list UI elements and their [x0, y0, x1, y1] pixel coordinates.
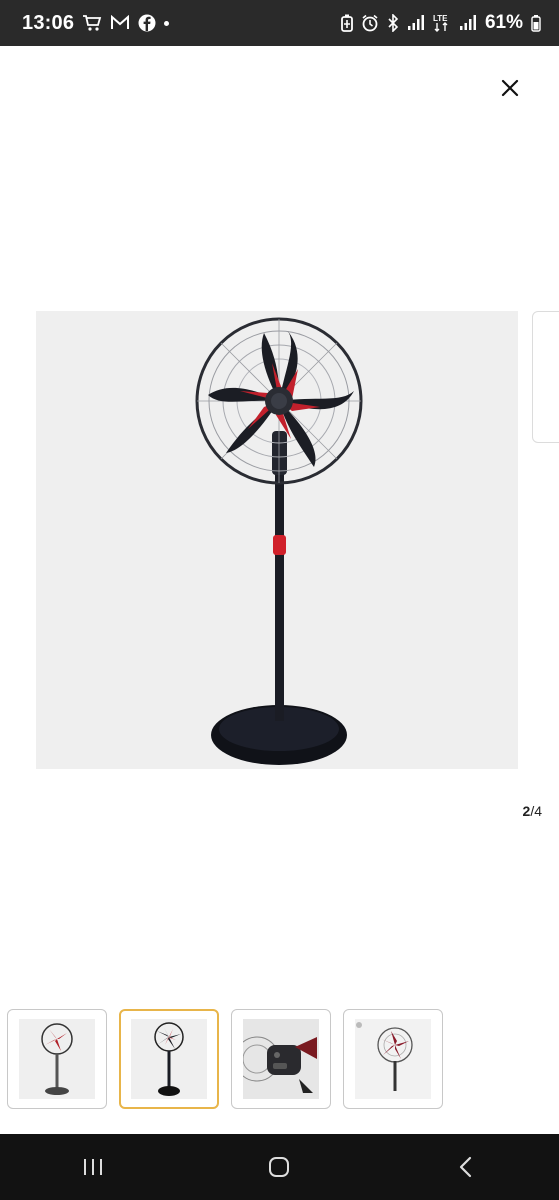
alarm-icon	[361, 14, 379, 32]
recents-button[interactable]	[63, 1142, 123, 1192]
facebook-icon	[138, 14, 156, 32]
thumbnail-4[interactable]	[343, 1009, 443, 1109]
bluetooth-icon	[387, 14, 399, 32]
back-button[interactable]	[436, 1142, 496, 1192]
status-bar-right: LTE 61%	[341, 12, 541, 34]
signal-icon-2	[459, 15, 477, 31]
total-count: 4	[534, 803, 542, 819]
notification-dot-icon	[164, 20, 170, 26]
image-counter: 2/4	[523, 803, 542, 819]
main-product-image[interactable]	[36, 311, 518, 769]
svg-text:LTE: LTE	[433, 14, 448, 23]
thumbnail-2[interactable]	[119, 1009, 219, 1109]
thumbnail-3[interactable]	[231, 1009, 331, 1109]
signal-icon	[407, 15, 425, 31]
status-bar-left: 13:06	[22, 11, 170, 35]
battery-icon	[531, 14, 541, 32]
thumbnail-1[interactable]	[7, 1009, 107, 1109]
home-button[interactable]	[249, 1142, 309, 1192]
stand-fan-illustration	[195, 317, 363, 765]
recents-icon	[84, 1159, 103, 1175]
close-button[interactable]	[492, 70, 528, 106]
navigation-bar	[0, 1134, 559, 1200]
status-time: 13:06	[22, 11, 75, 34]
cart-icon	[82, 14, 102, 32]
battery-percent: 61%	[484, 12, 523, 33]
thumbnail-strip	[7, 1009, 443, 1109]
back-icon	[459, 1156, 471, 1178]
status-bar: 13:06 LTE 61%	[0, 0, 559, 46]
lte-icon: LTE	[433, 13, 451, 33]
close-icon	[501, 79, 519, 97]
home-icon	[269, 1157, 290, 1177]
next-image-peek[interactable]	[532, 311, 559, 443]
gmail-icon	[110, 15, 130, 31]
battery-saver-icon	[341, 14, 353, 32]
